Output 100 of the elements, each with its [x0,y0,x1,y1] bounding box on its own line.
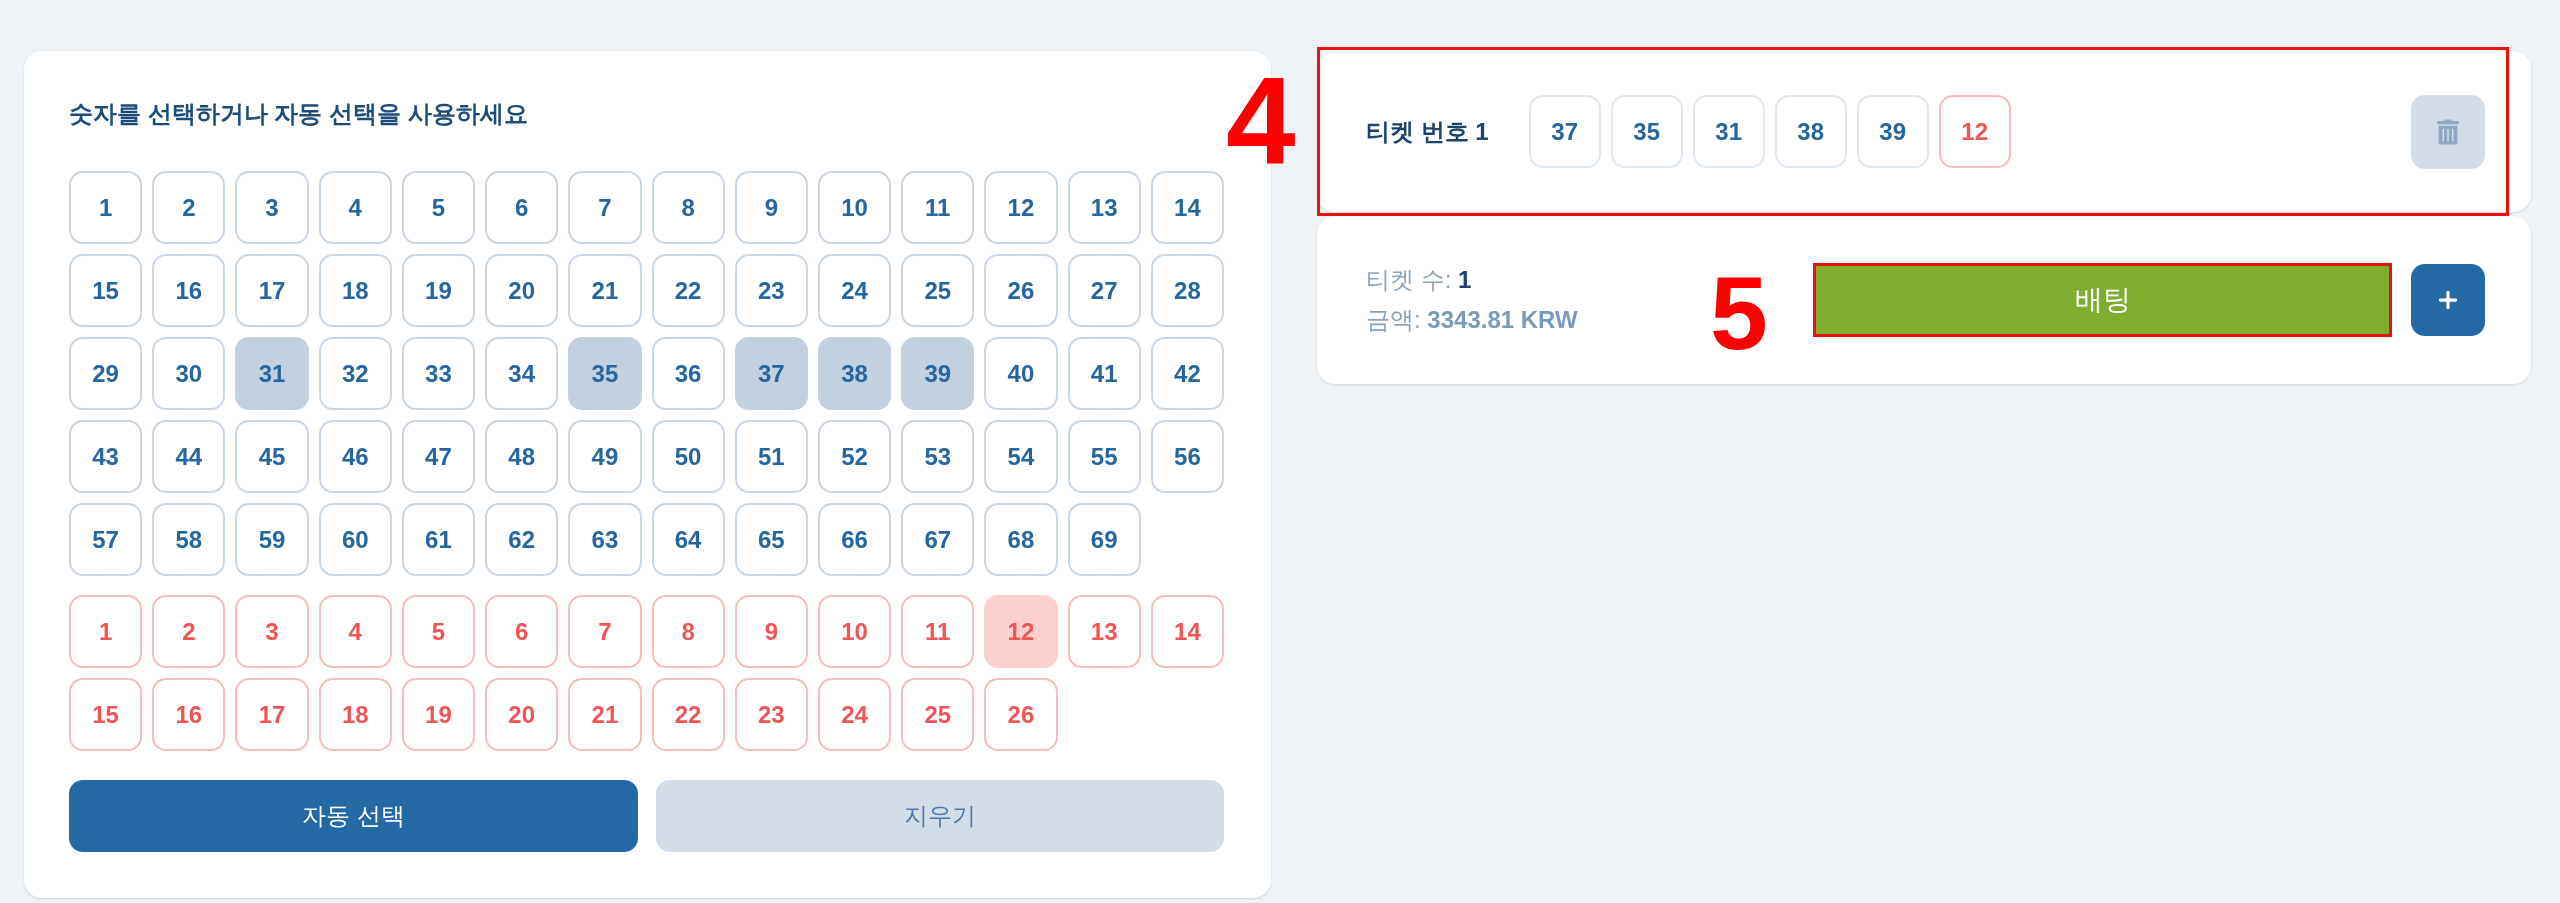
number-button[interactable]: 4 [318,595,392,668]
number-button[interactable]: 8 [651,595,725,668]
number-button[interactable]: 42 [1150,337,1224,410]
number-button[interactable]: 45 [235,420,309,493]
number-button[interactable]: 26 [984,254,1058,327]
number-button[interactable]: 22 [651,254,725,327]
number-button[interactable]: 2 [152,171,226,244]
number-button[interactable]: 69 [1067,503,1141,576]
number-button[interactable]: 16 [152,254,226,327]
number-button[interactable]: 23 [734,678,808,751]
number-button[interactable]: 51 [734,420,808,493]
number-button[interactable]: 13 [1067,171,1141,244]
number-button[interactable]: 32 [318,337,392,410]
number-button[interactable]: 2 [152,595,226,668]
number-button[interactable]: 6 [485,595,559,668]
number-button[interactable]: 12 [984,171,1058,244]
number-button[interactable]: 21 [568,254,642,327]
number-button[interactable]: 19 [401,254,476,327]
number-button[interactable]: 10 [817,171,892,244]
number-button[interactable]: 49 [568,420,642,493]
number-button[interactable]: 25 [901,678,975,751]
number-button[interactable]: 9 [734,171,808,244]
number-button[interactable]: 57 [69,503,143,576]
clear-button[interactable]: 지우기 [655,780,1224,852]
annotation-number: 4 [1226,57,1296,182]
number-button[interactable]: 7 [568,171,642,244]
number-button[interactable]: 47 [401,420,476,493]
number-button[interactable]: 17 [235,254,309,327]
number-button[interactable]: 52 [817,420,892,493]
number-button[interactable]: 4 [318,171,392,244]
number-button[interactable]: 22 [651,678,725,751]
number-button[interactable]: 15 [69,678,143,751]
number-button[interactable]: 18 [318,254,392,327]
number-button[interactable]: 1 [69,171,143,244]
number-button[interactable]: 5 [401,171,476,244]
number-button[interactable]: 5 [401,595,476,668]
number-button[interactable]: 63 [568,503,642,576]
number-button[interactable]: 33 [401,337,476,410]
number-button[interactable]: 11 [901,171,975,244]
number-button[interactable]: 23 [734,254,808,327]
number-button[interactable]: 62 [485,503,559,576]
number-button[interactable]: 55 [1067,420,1141,493]
number-button[interactable]: 27 [1067,254,1141,327]
ticket-number-chip: 37 [1528,95,1601,168]
number-button[interactable]: 54 [984,420,1058,493]
number-button[interactable]: 14 [1150,595,1224,668]
number-button[interactable]: 21 [568,678,642,751]
number-button[interactable]: 14 [1150,171,1224,244]
number-button[interactable]: 10 [817,595,892,668]
number-button[interactable]: 46 [318,420,392,493]
number-button[interactable]: 19 [401,678,476,751]
number-button[interactable]: 24 [817,254,892,327]
number-button[interactable]: 61 [401,503,476,576]
number-button[interactable]: 40 [984,337,1058,410]
number-button[interactable]: 24 [817,678,892,751]
number-button[interactable]: 37 [734,337,808,410]
number-button[interactable]: 59 [235,503,309,576]
trash-icon [2437,118,2459,145]
number-button[interactable]: 6 [485,171,559,244]
number-button[interactable]: 1 [69,595,143,668]
number-button[interactable]: 50 [651,420,725,493]
auto-select-button[interactable]: 자동 선택 [69,780,638,852]
number-button[interactable]: 26 [984,678,1058,751]
number-button[interactable]: 20 [485,678,559,751]
number-button[interactable]: 66 [817,503,892,576]
add-ticket-button[interactable] [2411,264,2485,336]
number-button[interactable]: 41 [1067,337,1141,410]
number-button[interactable]: 3 [235,171,309,244]
number-button[interactable]: 35 [568,337,642,410]
number-button[interactable]: 20 [485,254,559,327]
number-button[interactable]: 53 [901,420,975,493]
number-button[interactable]: 18 [318,678,392,751]
number-button[interactable]: 58 [152,503,226,576]
number-button[interactable]: 34 [485,337,559,410]
number-button[interactable]: 48 [485,420,559,493]
number-button[interactable]: 64 [651,503,725,576]
number-button[interactable]: 9 [734,595,808,668]
number-button[interactable]: 44 [152,420,226,493]
number-button[interactable]: 17 [235,678,309,751]
number-button[interactable]: 38 [817,337,892,410]
number-button[interactable]: 67 [901,503,975,576]
number-button[interactable]: 28 [1150,254,1224,327]
number-button[interactable]: 11 [901,595,975,668]
number-button[interactable]: 39 [901,337,975,410]
number-button[interactable]: 15 [69,254,143,327]
number-button[interactable]: 56 [1150,420,1224,493]
number-button[interactable]: 25 [901,254,975,327]
number-button[interactable]: 43 [69,420,143,493]
number-button[interactable]: 29 [69,337,143,410]
number-button[interactable]: 30 [152,337,226,410]
number-button[interactable]: 60 [318,503,392,576]
number-button[interactable]: 8 [651,171,725,244]
number-button[interactable]: 36 [651,337,725,410]
number-button[interactable]: 16 [152,678,226,751]
number-button[interactable]: 68 [984,503,1058,576]
number-button[interactable]: 7 [568,595,642,668]
number-button[interactable]: 3 [235,595,309,668]
number-button[interactable]: 13 [1067,595,1141,668]
number-button[interactable]: 65 [734,503,808,576]
number-button[interactable]: 31 [235,337,309,410]
